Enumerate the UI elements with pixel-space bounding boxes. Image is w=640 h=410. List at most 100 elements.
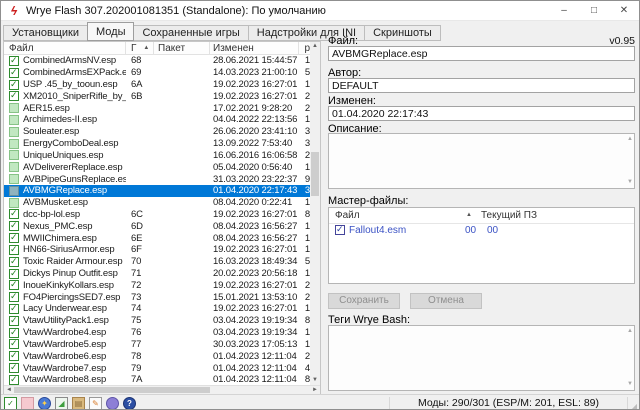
mod-row[interactable]: dcc-bp-lol.esp 6C 19.02.2023 16:27:01 8	[4, 209, 310, 221]
mod-checkbox[interactable]	[9, 257, 19, 267]
bain-package-icon[interactable]: ▤	[72, 397, 85, 410]
mod-checkbox[interactable]	[9, 162, 19, 172]
vertical-scroll-thumb[interactable]	[311, 152, 319, 196]
mod-checkbox[interactable]	[9, 103, 19, 113]
file-name-input[interactable]	[328, 46, 635, 61]
doc-browser-icon[interactable]: ✎	[89, 397, 102, 410]
mod-row[interactable]: AVDelivererReplace.esp 05.04.2020 0:56:4…	[4, 161, 310, 173]
mod-checkbox[interactable]	[9, 221, 19, 231]
mod-row[interactable]: AVBPipeGunsReplace.esp 31.03.2020 23:22:…	[4, 173, 310, 185]
mod-checkbox[interactable]	[9, 245, 19, 255]
mod-checkbox[interactable]	[9, 56, 19, 66]
mod-checkbox[interactable]	[9, 375, 19, 385]
masters-column-file[interactable]: Файл	[335, 210, 360, 221]
mod-row[interactable]: CombinedArmsEXPack.esp 69 14.03.2023 21:…	[4, 67, 310, 79]
mod-checkbox[interactable]	[9, 209, 19, 219]
bash-tags-textarea[interactable]: ▲ ▼	[328, 325, 635, 391]
mod-row[interactable]: CombinedArmsNV.esp 68 28.06.2021 15:44:5…	[4, 55, 310, 67]
column-header-package[interactable]: Пакет	[154, 42, 210, 54]
scroll-up-icon[interactable]: ▲	[310, 42, 320, 51]
master-checkbox[interactable]	[335, 225, 345, 235]
mod-row[interactable]: HN66-SiriusArmor.esp 6F 19.02.2023 16:27…	[4, 244, 310, 256]
maximize-button[interactable]: □	[579, 1, 609, 20]
mod-row[interactable]: Archimedes-II.esp 04.04.2022 22:13:56 1	[4, 114, 310, 126]
unchecked-mods-toggle-icon[interactable]	[21, 397, 34, 410]
mod-checkbox[interactable]	[9, 363, 19, 373]
column-header-size[interactable]: р	[299, 42, 310, 54]
mod-checkbox[interactable]	[9, 139, 19, 149]
master-row[interactable]: Fallout4.esm 00 00	[329, 224, 634, 238]
mod-row[interactable]: Dickys Pinup Outfit.esp 71 20.02.2023 20…	[4, 268, 310, 280]
mod-row[interactable]: Toxic Raider Armour.esp 70 16.03.2023 18…	[4, 256, 310, 268]
mod-row[interactable]: USP .45_by_tooun.esp 6A 19.02.2023 16:27…	[4, 79, 310, 91]
tab-installers[interactable]: Установщики	[3, 25, 88, 41]
mod-file-cell: Archimedes-II.esp	[4, 114, 126, 125]
launch-game-icon[interactable]: ✦	[38, 397, 51, 410]
mod-row[interactable]: Lacy Underwear.esp 74 19.02.2023 16:27:0…	[4, 303, 310, 315]
mod-row[interactable]: AER15.esp 17.02.2021 9:28:20 2	[4, 102, 310, 114]
mod-checkbox[interactable]	[9, 351, 19, 361]
resize-grip-icon[interactable]: ◢	[631, 402, 637, 410]
mod-row[interactable]: MWIIChimera.esp 6E 08.04.2023 16:56:27 1	[4, 232, 310, 244]
save-button[interactable]: Сохранить	[328, 293, 400, 309]
mod-list-vertical-scrollbar[interactable]: ▲ ▼	[310, 42, 320, 385]
mod-checkbox[interactable]	[9, 174, 19, 184]
mod-checkbox[interactable]	[9, 68, 19, 78]
scroll-left-icon[interactable]: ◄	[4, 386, 14, 394]
scroll-down-icon[interactable]: ▼	[310, 376, 320, 385]
mod-checkbox[interactable]	[9, 292, 19, 302]
mod-file-cell: VtawWardrobe4.esp	[4, 327, 126, 338]
mod-checkbox[interactable]	[9, 269, 19, 279]
mod-row[interactable]: XM2010_SniperRifle_by_toou... 6B 19.02.2…	[4, 90, 310, 102]
column-header-load-order[interactable]: Г▲	[126, 42, 154, 54]
mod-checkbox[interactable]	[9, 233, 19, 243]
mod-checkbox[interactable]	[9, 339, 19, 349]
mod-checkbox[interactable]	[9, 80, 19, 90]
mod-row[interactable]: VtawWardrobe4.esp 76 03.04.2023 19:19:34…	[4, 327, 310, 339]
mod-checkbox[interactable]	[9, 328, 19, 338]
mod-row[interactable]: UniqueUniques.esp 16.06.2016 16:06:58 2	[4, 150, 310, 162]
tab-mods[interactable]: Моды	[87, 22, 135, 41]
cancel-button[interactable]: Отмена	[410, 293, 482, 309]
mod-checkbox[interactable]	[9, 127, 19, 137]
tab-saves[interactable]: Сохраненные игры	[133, 25, 248, 41]
mod-file-name: EnergyComboDeal.esp	[23, 138, 118, 149]
screenshot-tool-icon[interactable]: ◢	[55, 397, 68, 410]
mod-checkbox[interactable]	[9, 280, 19, 290]
checked-mods-toggle-icon[interactable]: ✓	[4, 397, 17, 410]
mod-checkbox[interactable]	[9, 150, 19, 160]
horizontal-scroll-thumb[interactable]	[14, 387, 210, 393]
mod-checkbox[interactable]	[9, 198, 19, 208]
mod-list-horizontal-scrollbar[interactable]: ◄ ►	[4, 385, 320, 394]
settings-orb-icon[interactable]	[106, 397, 119, 410]
mod-row[interactable]: FO4PiercingsSED7.esp 73 15.01.2021 13:53…	[4, 291, 310, 303]
close-button[interactable]: ✕	[609, 1, 639, 20]
mod-row[interactable]: Nexus_PMC.esp 6D 08.04.2023 16:56:27 1	[4, 220, 310, 232]
mod-checkbox[interactable]	[9, 304, 19, 314]
column-header-file[interactable]: Файл	[4, 42, 126, 54]
mod-row[interactable]: VtawWardrobe8.esp 7A 01.04.2023 12:11:04…	[4, 374, 310, 386]
column-header-modified[interactable]: Изменен	[210, 42, 299, 54]
scroll-right-icon[interactable]: ►	[310, 386, 320, 394]
minimize-button[interactable]: –	[549, 1, 579, 20]
modified-input[interactable]	[328, 106, 635, 121]
help-icon[interactable]: ?	[123, 397, 136, 410]
mod-checkbox[interactable]	[9, 186, 19, 196]
mod-row[interactable]: AVBMGReplace.esp 01.04.2020 22:17:43 3	[4, 185, 310, 197]
mod-checkbox[interactable]	[9, 91, 19, 101]
mod-size: 1	[299, 268, 310, 279]
description-textarea[interactable]: ▲ ▼	[328, 133, 635, 189]
masters-column-current[interactable]: Текущий ПЗ	[481, 210, 537, 221]
mod-row[interactable]: Souleater.esp 26.06.2020 23:41:10 3	[4, 126, 310, 138]
mod-row[interactable]: VtawWardrobe7.esp 79 01.04.2023 12:11:04…	[4, 362, 310, 374]
mod-row[interactable]: VtawWardrobe6.esp 78 01.04.2023 12:11:04…	[4, 350, 310, 362]
mod-checkbox[interactable]	[9, 316, 19, 326]
mod-row[interactable]: AVBMusket.esp 08.04.2020 0:22:41 1	[4, 197, 310, 209]
mod-row[interactable]: VtawWardrobe5.esp 77 30.03.2023 17:05:13…	[4, 339, 310, 351]
mod-row[interactable]: VtawUtilityPack1.esp 75 03.04.2023 19:19…	[4, 315, 310, 327]
author-input[interactable]	[328, 78, 635, 93]
mod-checkbox[interactable]	[9, 115, 19, 125]
mod-modified-date: 19.02.2023 16:27:01	[210, 280, 299, 291]
mod-row[interactable]: InoueKinkyKollars.esp 72 19.02.2023 16:2…	[4, 279, 310, 291]
mod-row[interactable]: EnergyComboDeal.esp 13.09.2022 7:53:40 3	[4, 138, 310, 150]
